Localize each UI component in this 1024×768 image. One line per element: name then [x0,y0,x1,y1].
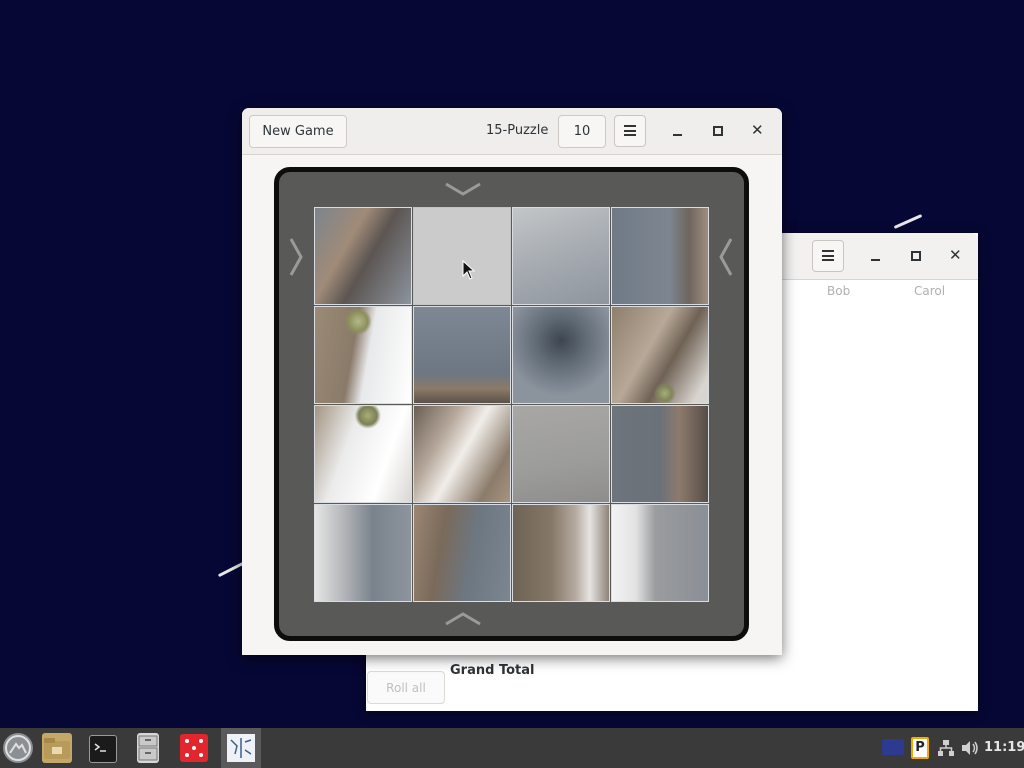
puzzle-tile[interactable] [314,504,412,602]
chevron-down-icon[interactable] [444,181,482,197]
puzzle-tile[interactable] [314,306,412,404]
puzzle-tile[interactable] [413,504,511,602]
window-title: 15-Puzzle [486,123,549,138]
dice-game-icon[interactable] [175,732,215,764]
scores-close-button[interactable]: ✕ [944,244,968,268]
network-icon[interactable] [937,739,955,757]
puzzle-tile[interactable] [611,405,709,503]
minimize-icon [673,134,682,136]
puzzle-tile[interactable] [611,207,709,305]
file-manager-icon[interactable] [42,733,72,763]
hamburger-menu-icon [624,125,636,136]
puzzle-game-icon[interactable] [221,728,261,768]
desktop-streak [217,561,245,578]
close-icon: ✕ [949,246,962,264]
minimize-icon [871,259,880,261]
puzzle-tile[interactable] [413,306,511,404]
scores-maximize-button[interactable] [904,244,928,268]
scores-menu-button[interactable] [812,240,844,272]
puzzle-close-button[interactable]: ✕ [746,119,770,143]
app-menu-icon[interactable] [3,733,33,763]
puzzle-menu-button[interactable] [614,115,646,147]
scores-minimize-button[interactable] [864,244,888,268]
puzzle-window[interactable]: New Game 15-Puzzle 10 ✕ [242,108,782,655]
hamburger-menu-icon [822,250,834,261]
puzzle-tile[interactable] [611,504,709,602]
mouse-cursor-icon [462,260,476,280]
clock[interactable]: 11:19 [984,740,1024,755]
maximize-icon [911,251,921,261]
chevron-left-icon[interactable] [718,237,734,277]
tile-grid [314,207,710,603]
puzzle-minimize-button[interactable] [666,119,690,143]
column-header-carol: Carol [914,284,946,298]
roll-all-button[interactable]: Roll all [367,671,445,704]
puzzle-tile[interactable] [512,306,610,404]
puzzle-maximize-button[interactable] [706,119,730,143]
puzzle-tile[interactable] [314,207,412,305]
column-header-bob: Bob [827,284,851,298]
pager-icon[interactable]: P [911,737,929,759]
puzzle-tile[interactable] [512,405,610,503]
puzzle-headerbar: New Game 15-Puzzle 10 ✕ [242,108,782,155]
chevron-right-icon[interactable] [288,237,304,277]
maximize-icon [713,126,723,136]
puzzle-tile[interactable] [314,405,412,503]
desktop-streak [893,214,923,229]
archive-manager-icon[interactable] [137,733,159,763]
chevron-up-icon[interactable] [444,611,482,627]
puzzle-tile[interactable] [611,306,709,404]
keyboard-layout-icon[interactable] [882,739,904,755]
puzzle-tile[interactable] [512,504,610,602]
terminal-icon[interactable] [89,735,117,763]
size-button[interactable]: 10 [558,115,606,148]
volume-icon[interactable] [960,739,980,757]
taskbar: P 11:19 [0,728,1024,768]
grand-total-label: Grand Total [450,663,535,678]
new-game-button[interactable]: New Game [249,115,347,148]
puzzle-tile[interactable] [413,405,511,503]
close-icon: ✕ [751,121,764,139]
empty-tile [413,207,511,305]
puzzle-tile[interactable] [512,207,610,305]
